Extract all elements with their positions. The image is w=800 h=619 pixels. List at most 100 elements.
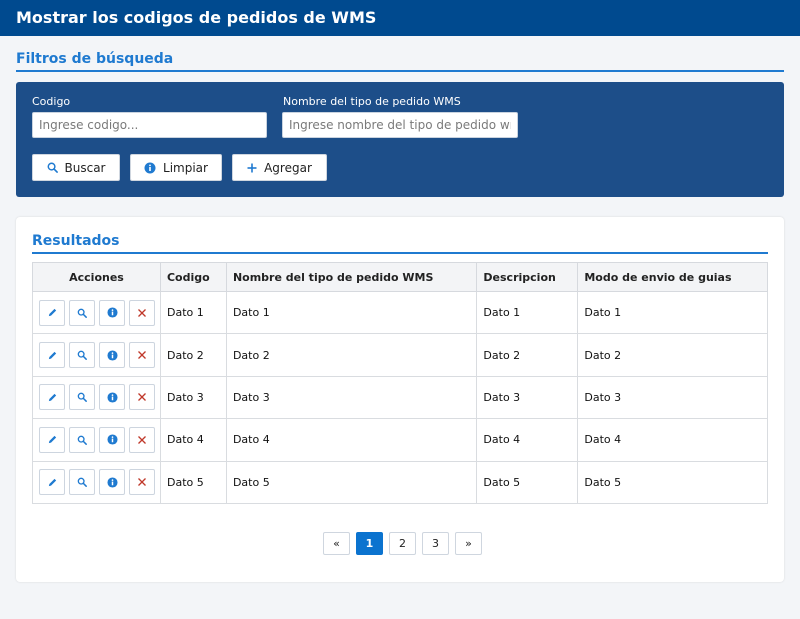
agregar-button[interactable]: Agregar <box>232 154 327 181</box>
pagination-page-1[interactable]: 1 <box>356 532 383 555</box>
edit-icon <box>47 434 58 445</box>
buscar-button[interactable]: Buscar <box>32 154 120 181</box>
edit-button[interactable] <box>39 426 65 453</box>
page-title: Mostrar los codigos de pedidos de WMS <box>16 8 377 27</box>
row-actions <box>32 290 161 335</box>
info-icon <box>106 434 118 445</box>
filters-divider <box>16 70 784 72</box>
info-icon <box>106 350 118 361</box>
cell-descripcion: Dato 4 <box>476 418 579 462</box>
info-button[interactable] <box>99 299 125 326</box>
cell-nombre: Dato 1 <box>225 290 478 335</box>
search-icon <box>77 350 87 360</box>
column-header-nombre: Nombre del tipo de pedido WMS <box>225 262 478 292</box>
info-circle-icon <box>144 162 156 174</box>
table-header-row: Acciones Codigo Nombre del tipo de pedid… <box>32 262 768 292</box>
cell-nombre: Dato 3 <box>225 375 478 420</box>
cell-descripcion: Dato 1 <box>476 290 579 335</box>
agregar-label: Agregar <box>264 160 312 175</box>
nombre-input[interactable] <box>282 112 518 138</box>
delete-button[interactable] <box>129 342 155 369</box>
edit-button[interactable] <box>39 342 65 369</box>
buscar-label: Buscar <box>64 160 106 175</box>
search-icon <box>47 162 58 173</box>
cell-codigo: Dato 2 <box>159 333 227 377</box>
plus-icon <box>247 163 257 173</box>
info-icon <box>106 307 118 318</box>
delete-icon <box>137 308 147 318</box>
column-header-modo-envio: Modo de envio de guias <box>577 262 768 292</box>
search-icon <box>77 392 87 403</box>
delete-icon <box>137 435 147 445</box>
pagination-page-3[interactable]: 3 <box>422 532 449 555</box>
search-icon <box>77 477 87 488</box>
results-table: Acciones Codigo Nombre del tipo de pedid… <box>32 262 768 504</box>
info-icon <box>106 477 118 488</box>
cell-nombre: Dato 4 <box>225 418 478 462</box>
cell-codigo: Dato 5 <box>159 460 227 504</box>
results-divider <box>32 252 768 254</box>
codigo-input[interactable] <box>32 112 267 138</box>
pagination: « 1 2 3 » <box>323 532 482 555</box>
edit-icon <box>47 392 58 403</box>
info-button[interactable] <box>99 426 125 453</box>
cell-nombre: Dato 2 <box>225 333 478 377</box>
delete-icon <box>137 350 147 360</box>
pagination-next-button[interactable]: » <box>455 532 482 555</box>
filters-title: Filtros de búsqueda <box>16 51 174 67</box>
limpiar-button[interactable]: Limpiar <box>130 154 222 181</box>
table-row: Dato 1 Dato 1 Dato 1 Dato 1 <box>32 290 768 335</box>
column-header-codigo: Codigo <box>159 262 227 292</box>
cell-modo-envio: Dato 4 <box>577 418 768 462</box>
row-actions <box>32 375 161 420</box>
cell-modo-envio: Dato 5 <box>577 460 768 504</box>
delete-icon <box>137 477 147 487</box>
nombre-label: Nombre del tipo de pedido WMS <box>283 95 461 108</box>
view-button[interactable] <box>69 469 95 496</box>
delete-button[interactable] <box>129 426 155 453</box>
table-row: Dato 4 Dato 4 Dato 4 Dato 4 <box>32 418 768 462</box>
edit-button[interactable] <box>39 384 65 411</box>
cell-codigo: Dato 4 <box>159 418 227 462</box>
row-actions <box>32 418 161 462</box>
view-button[interactable] <box>69 426 95 453</box>
cell-modo-envio: Dato 1 <box>577 290 768 335</box>
edit-button[interactable] <box>39 299 65 326</box>
view-button[interactable] <box>69 342 95 369</box>
results-card: Resultados Acciones Codigo Nombre del ti… <box>16 217 784 582</box>
row-actions <box>32 460 161 504</box>
cell-codigo: Dato 1 <box>159 290 227 335</box>
cell-codigo: Dato 3 <box>159 375 227 420</box>
search-icon <box>77 308 87 318</box>
delete-button[interactable] <box>129 384 155 411</box>
cell-descripcion: Dato 2 <box>476 333 579 377</box>
view-button[interactable] <box>69 299 95 326</box>
view-button[interactable] <box>69 384 95 411</box>
edit-button[interactable] <box>39 469 65 496</box>
pagination-prev-button[interactable]: « <box>323 532 350 555</box>
cell-descripcion: Dato 5 <box>476 460 579 504</box>
delete-button[interactable] <box>129 469 155 496</box>
info-button[interactable] <box>99 384 125 411</box>
info-button[interactable] <box>99 469 125 496</box>
edit-icon <box>47 307 58 318</box>
codigo-label: Codigo <box>32 95 71 108</box>
limpiar-label: Limpiar <box>163 160 208 175</box>
cell-descripcion: Dato 3 <box>476 375 579 420</box>
delete-button[interactable] <box>129 299 155 326</box>
cell-modo-envio: Dato 2 <box>577 333 768 377</box>
app-header: Mostrar los codigos de pedidos de WMS <box>0 0 800 36</box>
filter-panel: Codigo Nombre del tipo de pedido WMS Bus… <box>16 82 784 197</box>
info-button[interactable] <box>99 342 125 369</box>
table-row: Dato 3 Dato 3 Dato 3 Dato 3 <box>32 375 768 420</box>
pagination-page-2[interactable]: 2 <box>389 532 416 555</box>
cell-nombre: Dato 5 <box>225 460 478 504</box>
results-title: Resultados <box>32 233 120 249</box>
info-icon <box>106 392 118 403</box>
column-header-acciones: Acciones <box>32 262 161 292</box>
search-icon <box>77 435 87 445</box>
table-row: Dato 5 Dato 5 Dato 5 Dato 5 <box>32 460 768 504</box>
row-actions <box>32 333 161 377</box>
table-row: Dato 2 Dato 2 Dato 2 Dato 2 <box>32 333 768 377</box>
column-header-descripcion: Descripcion <box>476 262 579 292</box>
